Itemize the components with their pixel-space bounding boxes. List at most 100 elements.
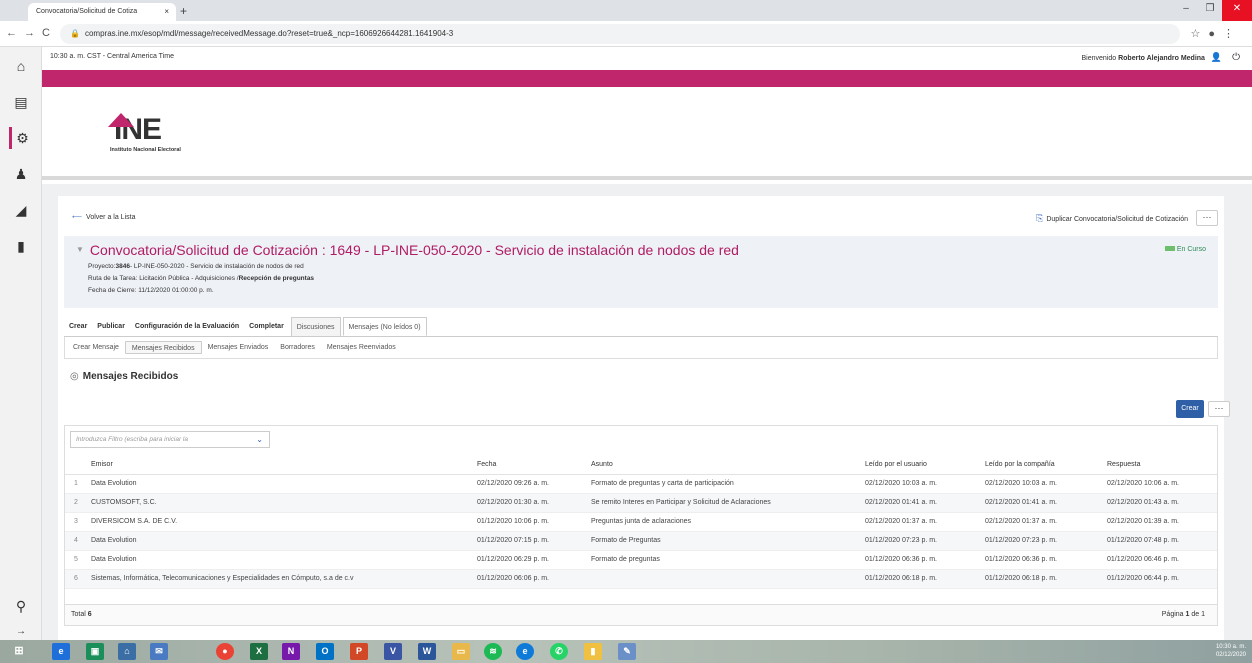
url-field[interactable]: 🔒 compras.ine.mx/esop/mdl/message/receive… bbox=[60, 24, 1180, 44]
tab-close-icon[interactable]: × bbox=[164, 7, 169, 16]
forward-icon[interactable]: → bbox=[24, 27, 35, 39]
tab-configuracion[interactable]: Configuración de la Evaluación bbox=[130, 317, 244, 336]
table-row[interactable]: 4 Data Evolution 01/12/2020 07:15 p. m. … bbox=[65, 531, 1217, 551]
edge-icon[interactable]: e bbox=[516, 643, 534, 660]
col-emisor[interactable]: Emisor bbox=[87, 456, 473, 475]
suppliers-icon[interactable]: ♟ bbox=[9, 163, 33, 185]
new-tab-button[interactable]: + bbox=[180, 4, 187, 18]
search-icon[interactable]: ⚲ bbox=[9, 595, 33, 617]
cell-emisor[interactable]: Sistemas, Informática, Telecomunicacione… bbox=[87, 569, 473, 589]
subtab-crear-mensaje[interactable]: Crear Mensaje bbox=[67, 341, 125, 354]
create-message-button[interactable]: Crear bbox=[1176, 400, 1204, 418]
chevron-down-icon[interactable]: ⌄ bbox=[256, 435, 263, 444]
user-icon[interactable]: 👤 bbox=[1211, 52, 1222, 62]
cell-emisor[interactable]: Data Evolution bbox=[87, 474, 473, 494]
tab-mensajes[interactable]: Mensajes (No leídos 0) bbox=[342, 317, 427, 336]
route-step: Recepción de preguntas bbox=[238, 275, 315, 282]
visio-icon[interactable]: V bbox=[384, 643, 402, 660]
grid-footer: Total 6 Página 1 de 1 bbox=[64, 605, 1218, 626]
cell-asunto[interactable]: Formato de Preguntas bbox=[587, 531, 861, 551]
cell-asunto[interactable]: Formato de preguntas y carta de particip… bbox=[587, 474, 861, 494]
paint-icon[interactable]: ✎ bbox=[618, 643, 636, 660]
cell-asunto[interactable]: Preguntas junta de aclaraciones bbox=[587, 512, 861, 532]
folder-icon[interactable]: ▮ bbox=[584, 643, 602, 660]
home-icon[interactable]: ⌂ bbox=[9, 55, 33, 77]
table-row[interactable]: 3 DIVERSICOM S.A. DE C.V. 01/12/2020 10:… bbox=[65, 512, 1217, 532]
filter-input[interactable]: Introduzca Filtro (escriba para iniciar … bbox=[70, 431, 270, 448]
cell-asunto[interactable]: Se remito Interes en Participar y Solici… bbox=[587, 493, 861, 513]
dashboard-icon[interactable]: ▤ bbox=[9, 91, 33, 113]
cell-asunto[interactable]: Formato de preguntas bbox=[587, 550, 861, 570]
brand-bar bbox=[42, 70, 1252, 87]
reload-icon[interactable]: C bbox=[42, 27, 50, 39]
duplicate-link[interactable]: ⎘ Duplicar Convocatoria/Solicitud de Coti… bbox=[1036, 213, 1188, 224]
subtab-mensajes-recibidos[interactable]: Mensajes Recibidos bbox=[124, 341, 202, 354]
app-icon[interactable]: ▣ bbox=[86, 643, 104, 660]
collapse-icon[interactable]: ▼ bbox=[76, 245, 84, 254]
minimize-icon[interactable]: – bbox=[1174, 0, 1198, 21]
current-page: 1 bbox=[1185, 611, 1190, 618]
col-respuesta[interactable]: Respuesta bbox=[1103, 456, 1217, 475]
ie-icon[interactable]: e bbox=[52, 643, 70, 660]
explorer-icon[interactable]: ▭ bbox=[452, 643, 470, 660]
word-icon[interactable]: W bbox=[418, 643, 436, 660]
section-title: ◎ Mensajes Recibidos bbox=[70, 371, 179, 382]
home-app-icon[interactable]: ⌂ bbox=[118, 643, 136, 660]
sourcing-icon[interactable]: ⚙ bbox=[9, 127, 33, 149]
browser-actions: ☆●⋮ bbox=[1190, 27, 1242, 40]
welcome-label: Bienvenido bbox=[1081, 55, 1117, 62]
star-icon[interactable]: ☆ bbox=[1190, 28, 1208, 40]
excel-icon[interactable]: X bbox=[250, 643, 268, 660]
analytics-icon[interactable]: ◢ bbox=[9, 199, 33, 221]
col-leido-usuario[interactable]: Leído por el usuario bbox=[861, 456, 981, 475]
cell-emisor[interactable]: DIVERSICOM S.A. DE C.V. bbox=[87, 512, 473, 532]
main-content: ⟵ Volver a la Lista ⎘ Duplicar Convocatori… bbox=[42, 184, 1252, 640]
list-more-button[interactable]: ··· bbox=[1208, 401, 1230, 417]
documents-icon[interactable]: ▮ bbox=[9, 235, 33, 257]
table-row[interactable]: 6 Sistemas, Informática, Telecomunicacio… bbox=[65, 569, 1217, 589]
table-row[interactable]: 5 Data Evolution 01/12/2020 06:29 p. m. … bbox=[65, 550, 1217, 570]
chrome-icon[interactable]: ● bbox=[216, 643, 234, 660]
mail-icon[interactable]: ✉ bbox=[150, 643, 168, 660]
whatsapp-icon[interactable]: ✆ bbox=[550, 643, 568, 660]
back-to-list-link[interactable]: ⟵ Volver a la Lista bbox=[72, 213, 139, 221]
back-icon[interactable]: ← bbox=[6, 27, 17, 39]
subtab-mensajes-reenviados[interactable]: Mensajes Reenviados bbox=[321, 341, 402, 354]
cell-emisor[interactable]: CUSTOMSOFT, S.C. bbox=[87, 493, 473, 513]
profile-icon[interactable]: ● bbox=[1208, 28, 1223, 40]
col-leido-compania[interactable]: Leído por la compañía bbox=[981, 456, 1103, 475]
cell-emisor[interactable]: Data Evolution bbox=[87, 550, 473, 570]
back-arrow-icon: ⟵ bbox=[72, 214, 83, 221]
cell-emisor[interactable]: Data Evolution bbox=[87, 531, 473, 551]
subtab-mensajes-enviados[interactable]: Mensajes Enviados bbox=[202, 341, 275, 354]
windows-start-icon[interactable]: ⊞ bbox=[10, 643, 28, 660]
pagination: Página 1 de 1 bbox=[1161, 611, 1205, 618]
tab-discusiones[interactable]: Discusiones bbox=[290, 317, 341, 336]
outlook-icon[interactable]: O bbox=[316, 643, 334, 660]
browser-tab-bar: Convocatoria/Solicitud de Cotiza × + – ❐… bbox=[0, 0, 1252, 21]
col-fecha[interactable]: Fecha bbox=[473, 456, 587, 475]
system-clock[interactable]: 10:30 a. m. 02/12/2020 bbox=[1216, 643, 1246, 659]
onenote-icon[interactable]: N bbox=[282, 643, 300, 660]
browser-tab[interactable]: Convocatoria/Solicitud de Cotiza × bbox=[28, 3, 176, 21]
cell-asunto[interactable] bbox=[587, 569, 861, 589]
user-name[interactable]: Roberto Alejandro Medina bbox=[1118, 55, 1205, 62]
tab-completar[interactable]: Completar bbox=[244, 317, 289, 336]
table-row[interactable]: 2 CUSTOMSOFT, S.C. 02/12/2020 01:30 a. m… bbox=[65, 493, 1217, 513]
powerpoint-icon[interactable]: P bbox=[350, 643, 368, 660]
project-id[interactable]: 3846 bbox=[115, 263, 129, 270]
window-close-icon[interactable]: ✕ bbox=[1222, 0, 1252, 21]
spotify-icon[interactable]: ≋ bbox=[484, 643, 502, 660]
tab-title: Convocatoria/Solicitud de Cotiza bbox=[36, 8, 138, 15]
lock-icon: 🔒 bbox=[70, 29, 80, 38]
header-more-button[interactable]: ··· bbox=[1196, 210, 1218, 226]
tab-crear[interactable]: Crear bbox=[64, 317, 92, 336]
table-row[interactable]: 1 Data Evolution 02/12/2020 09:26 a. m. … bbox=[65, 474, 1217, 494]
menu-icon[interactable]: ⋮ bbox=[1223, 28, 1242, 40]
maximize-icon[interactable]: ❐ bbox=[1198, 0, 1222, 21]
tab-publicar[interactable]: Publicar bbox=[92, 317, 130, 336]
power-icon[interactable]: ⏻ bbox=[1232, 52, 1240, 63]
subtab-borradores[interactable]: Borradores bbox=[274, 341, 321, 354]
col-asunto[interactable]: Asunto bbox=[587, 456, 861, 475]
header: INE Instituto Nacional Electoral bbox=[42, 87, 1252, 180]
